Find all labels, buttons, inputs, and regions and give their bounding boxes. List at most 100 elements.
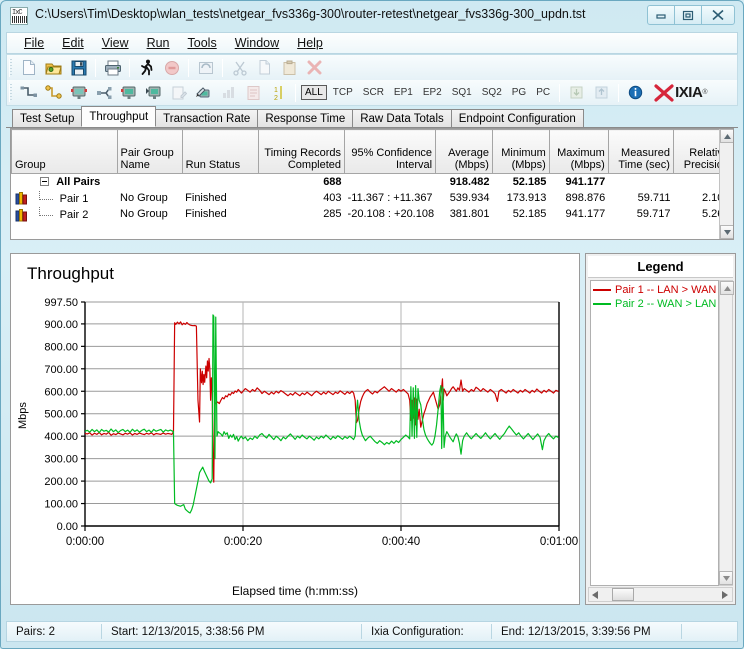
refresh-icon[interactable] (194, 57, 217, 79)
tab-transaction-rate[interactable]: Transaction Rate (155, 109, 259, 127)
svg-text:300.00: 300.00 (44, 454, 78, 466)
edit-script-icon[interactable] (167, 82, 190, 104)
menu-window-label: Window (234, 36, 280, 50)
run-icon[interactable] (135, 57, 158, 79)
results-table: Group Pair Group Name Run Status Timing … (11, 129, 733, 223)
table-vertical-scrollbar[interactable] (719, 129, 733, 239)
script-pen-icon[interactable] (192, 82, 215, 104)
cell-average: 918.482 (449, 175, 490, 188)
col-maximum[interactable]: Maximum (Mbps) (548, 129, 609, 174)
col-confidence-interval[interactable]: 95% Confidence Interval (344, 129, 437, 174)
maximize-button[interactable] (674, 5, 702, 25)
stop-icon[interactable] (160, 57, 183, 79)
cell-confidence-interval: -20.108 : +20.108 (347, 208, 435, 221)
legend-horizontal-scrollbar[interactable] (588, 587, 733, 602)
col-minimum[interactable]: Minimum (Mbps) (491, 129, 550, 174)
console1-icon[interactable] (67, 82, 90, 104)
cell-timing-records: 688 (323, 175, 342, 188)
filter-all[interactable]: ALL (301, 85, 327, 100)
copy-icon[interactable] (253, 57, 276, 79)
menu-help[interactable]: Help (288, 34, 332, 52)
filter-pg[interactable]: PG (508, 86, 530, 99)
tab-endpoint-configuration[interactable]: Endpoint Configuration (450, 109, 584, 127)
cell-run-status: Finished (185, 208, 227, 221)
col-timing-records[interactable]: Timing Records Completed (258, 129, 346, 174)
cell-run-status (182, 174, 259, 190)
col-measured-time[interactable]: Measured Time (sec) (607, 129, 674, 174)
results-table-pane: Group Pair Group Name Run Status Timing … (10, 128, 734, 240)
close-button[interactable] (701, 5, 735, 25)
table-row[interactable]: Pair 1 No Group Finished 403 -11.367 : +… (12, 190, 733, 207)
cut-icon[interactable] (228, 57, 251, 79)
toolbar-grip[interactable] (9, 58, 12, 77)
tab-throughput[interactable]: Throughput (81, 106, 157, 127)
title-bar: IxC C:\Users\Tim\Desktop\wlan_tests\netg… (1, 1, 743, 31)
col-pair-group-name[interactable]: Pair Group Name (116, 129, 183, 174)
scroll-down-arrow[interactable] (720, 225, 733, 239)
minimize-button[interactable] (647, 5, 675, 25)
legend-scroll-left-arrow (592, 590, 598, 599)
filter-scr[interactable]: SCR (359, 86, 388, 99)
legend-scroll-up-arrow[interactable] (720, 281, 734, 295)
save-icon[interactable] (67, 57, 90, 79)
tab-strip: Test Setup Throughput Transaction Rate R… (6, 106, 738, 128)
col-run-status[interactable]: Run Status (181, 129, 260, 174)
import-icon[interactable] (590, 82, 613, 104)
console3-icon[interactable] (142, 82, 165, 104)
svg-text:0.00: 0.00 (57, 521, 78, 533)
tree-collapse-icon[interactable] (39, 177, 49, 187)
menu-run[interactable]: Run (138, 34, 179, 52)
order-icon[interactable]: 12 (267, 82, 290, 104)
cell-average: 381.801 (449, 208, 490, 221)
menu-view[interactable]: View (93, 34, 138, 52)
col-group[interactable]: Group (11, 129, 118, 174)
paste-icon[interactable] (278, 57, 301, 79)
svg-text:600.00: 600.00 (44, 386, 78, 398)
svg-text:100.00: 100.00 (44, 499, 78, 511)
toolbar-grip-2[interactable] (9, 83, 12, 102)
chart-plot[interactable]: 0.00 100.00 200.00 300.00 400.00 500.00 600.00… (11, 294, 579, 594)
tab-test-setup[interactable]: Test Setup (12, 109, 83, 127)
menu-tools[interactable]: Tools (179, 34, 226, 52)
export-icon[interactable] (565, 82, 588, 104)
legend-item-pair-1[interactable]: Pair 1 -- LAN > WAN (591, 283, 718, 297)
cell-maximum: 898.876 (565, 191, 606, 204)
scroll-up-arrow[interactable] (720, 129, 733, 143)
ixia-logo: IXIA ® (654, 83, 707, 102)
filter-pc[interactable]: PC (532, 86, 554, 99)
print-icon[interactable] (101, 57, 124, 79)
col-average[interactable]: Average (Mbps) (435, 129, 493, 174)
filter-sq2[interactable]: SQ2 (478, 86, 506, 99)
ixia-wordmark: IXIA (675, 84, 703, 101)
filter-tcp[interactable]: TCP (329, 86, 357, 99)
legend-vertical-scrollbar[interactable] (719, 280, 734, 586)
table-row[interactable]: Pair 2 No Group Finished 285 -20.108 : +… (12, 206, 733, 223)
filter-sq1[interactable]: SQ1 (448, 86, 476, 99)
menu-file[interactable]: File (15, 34, 53, 52)
table-row[interactable]: All Pairs 688 918.482 52.185 941.177 (12, 174, 733, 190)
legend-scroll-thumb[interactable] (612, 588, 634, 601)
new-icon[interactable] (17, 57, 40, 79)
menu-bar: File Edit View Run Tools Window Help (6, 32, 738, 54)
console2-icon[interactable] (117, 82, 140, 104)
legend-color-swatch (593, 303, 611, 305)
cell-pair-group-name: No Group (120, 208, 168, 221)
report-icon[interactable] (242, 82, 265, 104)
tab-raw-data-totals[interactable]: Raw Data Totals (352, 109, 452, 127)
filter-ep1[interactable]: EP1 (390, 86, 417, 99)
open-folder-icon[interactable] (42, 57, 65, 79)
endpoint-pair-icon[interactable] (17, 82, 40, 104)
legend-scroll-down-arrow[interactable] (719, 571, 733, 585)
filter-ep2[interactable]: EP2 (419, 86, 446, 99)
legend-item-pair-2[interactable]: Pair 2 -- WAN > LAN (591, 297, 718, 311)
tab-response-time[interactable]: Response Time (257, 109, 354, 127)
pair-config-icon[interactable] (42, 82, 65, 104)
menu-window[interactable]: Window (226, 34, 288, 52)
network-icon[interactable] (92, 82, 115, 104)
window-controls (647, 5, 735, 25)
chart-icon[interactable] (217, 82, 240, 104)
menu-edit[interactable]: Edit (53, 34, 93, 52)
delete-icon[interactable] (303, 57, 326, 79)
info-icon[interactable] (624, 82, 647, 104)
svg-text:0:00:40: 0:00:40 (382, 536, 420, 548)
